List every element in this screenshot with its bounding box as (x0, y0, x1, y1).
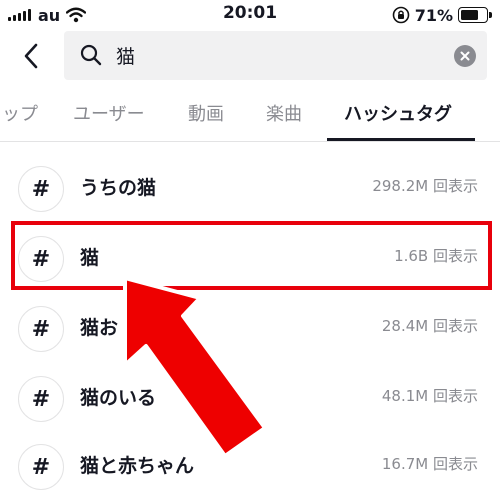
hashtag-result-row[interactable]: # 猫のいる 48.1M 回表示 (0, 362, 500, 432)
active-tab-indicator (327, 138, 475, 141)
hashtag-name: 猫と赤ちゃん (80, 455, 195, 477)
tab-videos[interactable]: 動画 (188, 100, 224, 126)
hashtag-name: 猫 (80, 247, 100, 269)
search-tabs: ップ ユーザー 動画 楽曲 ハッシュタグ (0, 90, 500, 142)
hashtag-view-count: 48.1M 回表示 (381, 387, 478, 405)
hashtag-view-count: 16.7M 回表示 (381, 455, 478, 473)
hashtag-icon: # (18, 376, 64, 422)
orientation-lock-icon (392, 6, 410, 24)
battery-icon (458, 7, 492, 23)
tab-top[interactable]: ップ (2, 100, 38, 126)
hashtag-name: うちの猫 (80, 177, 157, 199)
tab-songs[interactable]: 楽曲 (266, 100, 302, 126)
search-icon (80, 44, 102, 66)
status-right: 71% (392, 4, 492, 26)
hashtag-result-row[interactable]: # うちの猫 298.2M 回表示 (0, 152, 500, 222)
back-button[interactable] (14, 38, 48, 74)
chevron-left-icon (24, 43, 38, 69)
hashtag-icon: # (18, 444, 64, 490)
clear-button[interactable] (454, 45, 476, 67)
hashtag-name: 猫お (80, 317, 119, 339)
hashtag-view-count: 298.2M 回表示 (372, 177, 478, 195)
hashtag-result-row[interactable]: # 猫お 28.4M 回表示 (0, 292, 500, 362)
search-bar[interactable] (64, 31, 487, 80)
tab-hashtags[interactable]: ハッシュタグ (344, 100, 452, 126)
hashtag-name: 猫のいる (80, 387, 157, 409)
hashtag-view-count: 28.4M 回表示 (381, 317, 478, 335)
status-bar: au 20:01 71% (0, 0, 500, 30)
battery-level-fill (461, 10, 479, 20)
tab-users[interactable]: ユーザー (73, 100, 145, 126)
hashtag-icon: # (18, 236, 64, 282)
clear-icon (460, 51, 470, 61)
hashtag-icon: # (18, 306, 64, 352)
hashtag-view-count: 1.6B 回表示 (394, 247, 478, 265)
search-input[interactable] (116, 40, 446, 70)
hashtag-result-row[interactable]: # 猫と赤ちゃん 16.7M 回表示 (0, 430, 500, 500)
hashtag-icon: # (18, 166, 64, 212)
hashtag-result-row[interactable]: # 猫 1.6B 回表示 (0, 222, 500, 292)
battery-percent: 71% (414, 5, 453, 25)
